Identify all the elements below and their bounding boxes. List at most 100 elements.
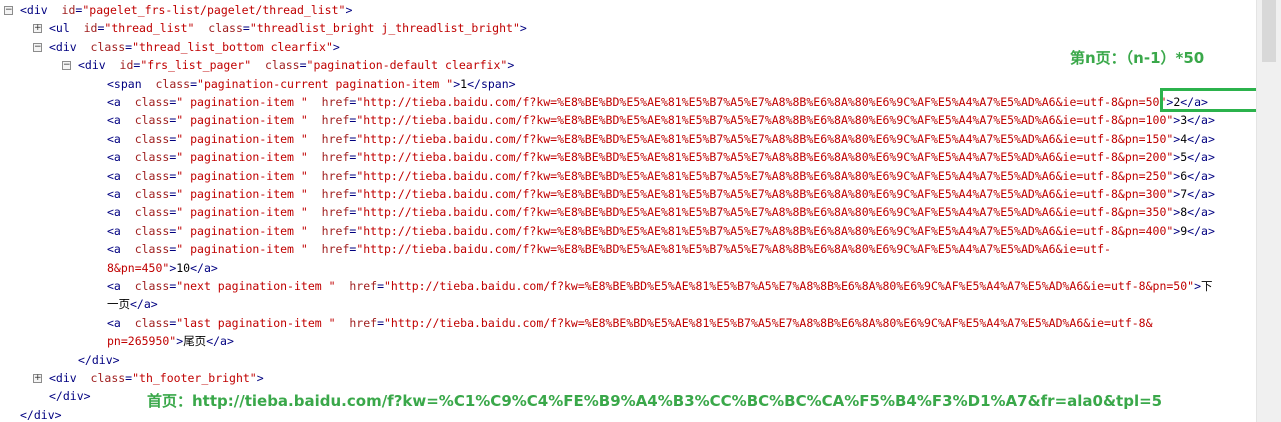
dom-node-line[interactable]: 8&pn=450">10</a> [107,260,218,276]
attr-name: class [76,39,126,54]
attr-name: href [307,150,350,165]
dom-node-line[interactable]: <div id="frs_list_pager" class="paginati… [78,57,514,73]
attr-eq: = [377,315,384,330]
attr-value: "http://tieba.baidu.com/f?kw=%E8%BE%BD%E… [384,279,1195,293]
tag-open: <a [107,113,121,128]
tag-end: </div> [78,352,120,367]
dom-node-line[interactable]: <a class=" pagination-item " href="http:… [107,94,1208,110]
attr-name: href [307,242,350,257]
tag-end: </a> [190,260,218,275]
page-formula-annotation: 第n页：（n-1）*50 [1070,49,1205,67]
attr-name: id [69,21,98,36]
attr-name: class [194,21,243,36]
attr-value: "http://tieba.baidu.com/f?kw=%E8%BE%BD%E… [356,95,1167,109]
node-text: 一页 [107,297,130,312]
tag-end: </a> [206,334,234,349]
dom-node-line[interactable]: <div class="th_footer_bright"> [49,370,264,386]
tag-open: <a [107,150,121,165]
dom-node-line[interactable]: <a class="next pagination-item " href="h… [107,278,1213,294]
attr-name: href [307,113,350,128]
attr-value: "http://tieba.baidu.com/f?kw=%E8%BE%BD%E… [356,113,1174,128]
attr-value: "http://tieba.baidu.com/f?kw=%E8%BE%BD%E… [356,150,1174,165]
attr-value: "last pagination-item " [176,315,336,330]
dom-node-line[interactable]: <ul id="thread_list" class="threadlist_b… [49,20,527,36]
attr-name: href [335,279,378,293]
tag-end: </div> [20,407,62,422]
tag-end: </a> [130,297,158,312]
attr-name: href [307,223,350,238]
attr-name: class [141,76,191,91]
tag-open: <div [49,39,77,54]
dom-node-line[interactable]: <div class="thread_list_bottom clearfix"… [49,39,340,55]
tag-end: </a> [1187,113,1215,128]
dom-node-line[interactable]: <div id="pagelet_frs-list/pagelet/thread… [20,2,352,18]
attr-name: class [120,187,170,201]
tag-end: </a> [1187,150,1215,165]
attr-eq: = [242,21,250,36]
attr-value: " pagination-item " [176,205,308,220]
tag-open: <div [49,371,77,385]
dom-node-line[interactable]: <a class=" pagination-item " href="http:… [107,204,1215,220]
tag-open: <a [107,95,121,109]
attr-name: href [307,205,350,220]
attr-value: " pagination-item " [176,242,308,257]
vertical-scrollbar[interactable] [1256,0,1281,422]
attr-name: href [335,315,378,330]
attr-value: "pagelet_frs-list/pagelet/thread_list" [82,3,346,17]
tag-end: </span> [467,76,516,91]
tag-open: <a [107,205,121,220]
dom-node-line[interactable]: <a class=" pagination-item " href="http:… [107,186,1215,202]
dom-node-line[interactable]: pn=265950">尾页</a> [107,333,234,349]
attr-name: class [120,242,170,257]
tag-open: <a [107,315,121,330]
attr-value: " pagination-item " [176,131,308,146]
dom-node-line[interactable]: <a class=" pagination-item " href="http:… [107,223,1215,239]
attr-value: "th_footer_bright" [132,371,257,385]
collapse-node-icon[interactable]: − [4,6,13,15]
dom-node-line[interactable]: <a class=" pagination-item " href="http:… [107,112,1215,128]
attr-name: class [120,205,170,220]
attr-value: "http://tieba.baidu.com/f?kw=%E8%BE%BD%E… [356,131,1174,146]
attr-name: href [307,168,350,183]
attr-value: " pagination-item " [176,187,308,201]
attr-name: class [120,279,170,293]
attr-eq: = [299,58,307,73]
scrollbar-thumb[interactable] [1262,0,1276,62]
attr-name: href [307,95,350,109]
attr-name: id [47,3,76,17]
dom-node-line[interactable]: <a class=" pagination-item " href="http:… [107,241,1111,257]
dom-tree-panel: − <div id="pagelet_frs-list/pagelet/threa… [0,0,1257,422]
attr-value: " pagination-item " [176,150,308,165]
attr-name: href [307,131,350,146]
attr-eq: = [377,279,384,293]
tag-open: <a [107,279,121,293]
attr-name: class [120,113,170,128]
tag-open: <span [107,76,142,91]
collapse-node-icon[interactable]: − [62,61,71,71]
dom-node-line[interactable]: <a class=" pagination-item " href="http:… [107,168,1215,184]
attr-value: " pagination-item " [176,113,308,128]
tag-close-bracket: > [507,58,515,73]
tag-end: </div> [49,389,91,404]
dom-node-line[interactable]: 一页</a> [107,296,158,312]
attr-value: "pagination-current pagination-item " [197,76,454,91]
dom-node-line[interactable]: </div> [20,407,62,422]
dom-node-line[interactable]: <a class=" pagination-item " href="http:… [107,131,1215,147]
collapse-node-icon[interactable]: − [33,42,42,52]
tag-open: <ul [49,21,70,36]
attr-value-continued: 8&pn=450" [107,260,170,275]
dom-node-line[interactable]: <a class="last pagination-item " href="h… [107,315,1153,331]
expand-node-icon[interactable]: + [33,374,42,383]
dom-node-line[interactable]: </div> [78,352,120,368]
expand-node-icon[interactable]: + [33,24,42,34]
tag-open: <div [78,58,106,73]
tag-close-bracket: > [332,39,340,54]
tag-close-bracket: > [519,21,527,36]
dom-node-line[interactable]: <span class="pagination-current paginati… [107,76,516,92]
attr-name: id [105,58,134,73]
dom-node-line[interactable]: </div> [49,388,91,404]
dom-node-line[interactable]: <a class=" pagination-item " href="http:… [107,149,1215,165]
attr-value: "frs_list_pager" [140,58,252,73]
attr-value: " pagination-item " [176,223,308,238]
tag-end: </a> [1187,205,1215,220]
